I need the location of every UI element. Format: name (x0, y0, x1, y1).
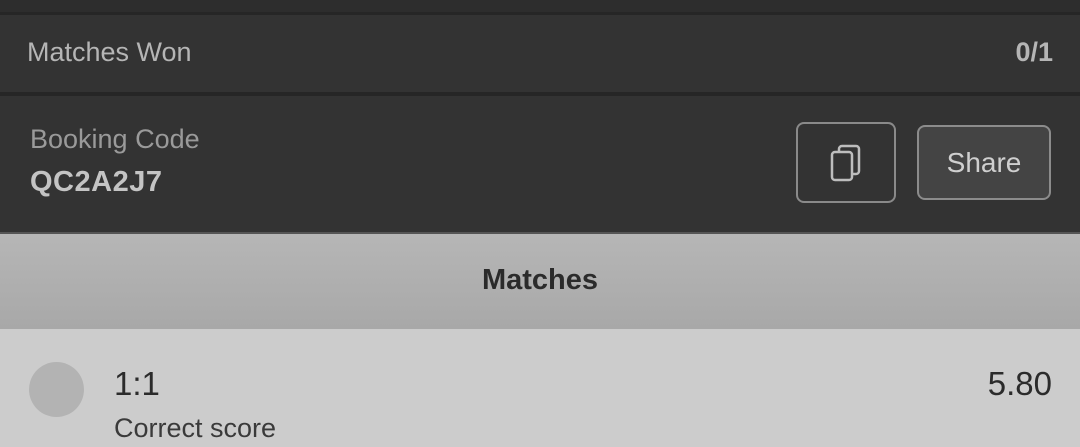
matches-title: Matches (481, 264, 599, 296)
matches-won-value: 0/1 (1015, 37, 1053, 67)
match-selection: 1:1 (114, 365, 160, 402)
match-odds: 5.80 (987, 365, 1052, 402)
match-list-item[interactable]: 1:1 Correct score 5.80 (0, 329, 1080, 447)
booking-code-section: Booking Code QC2A2J7 Share (0, 96, 1080, 232)
matches-won-row: Matches Won 0/1 (0, 15, 1080, 92)
share-button[interactable]: Share (917, 125, 1051, 200)
matches-won-label: Matches Won (27, 37, 192, 67)
booking-code-label: Booking Code (30, 124, 200, 154)
copy-icon (830, 144, 861, 181)
top-strip (0, 0, 1080, 12)
copy-code-button[interactable] (796, 122, 896, 203)
matches-header: Matches (0, 234, 1080, 329)
booking-code-value: QC2A2J7 (30, 166, 163, 198)
status-circle-icon (29, 362, 84, 417)
match-market: Correct score (114, 413, 277, 443)
